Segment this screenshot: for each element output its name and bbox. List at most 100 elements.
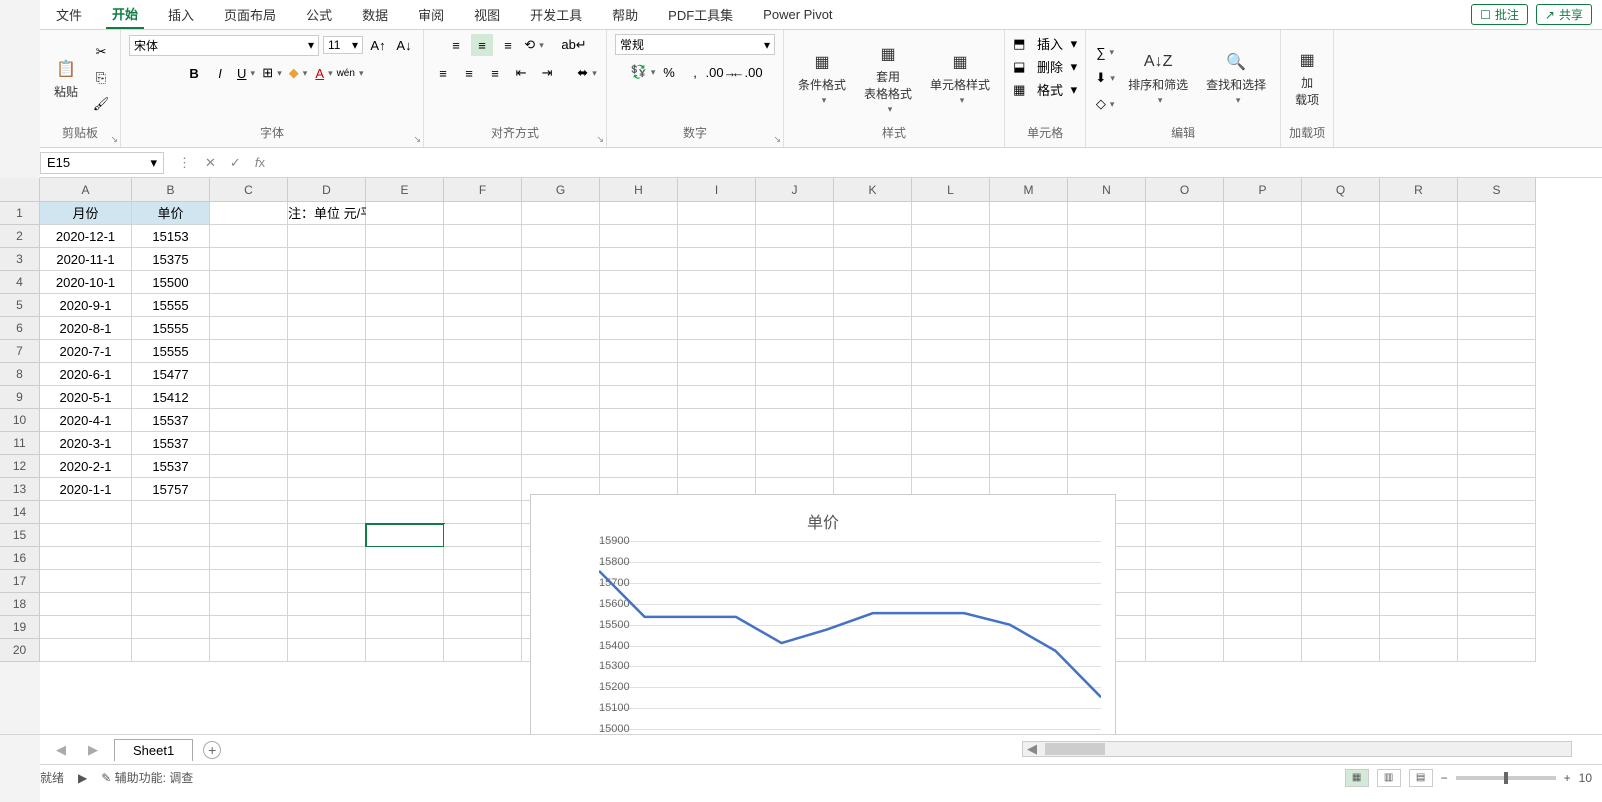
cell-I1[interactable] bbox=[678, 202, 756, 225]
sheet-tab-1[interactable]: Sheet1 bbox=[114, 739, 193, 761]
decrease-indent-button[interactable]: ⇤ bbox=[510, 62, 532, 84]
cell-O10[interactable] bbox=[1146, 409, 1224, 432]
tab-home[interactable]: 开始 bbox=[106, 0, 144, 29]
find-select-button[interactable]: 🔍查找和选择 bbox=[1200, 48, 1272, 108]
cell-O6[interactable] bbox=[1146, 317, 1224, 340]
cell-E6[interactable] bbox=[366, 317, 444, 340]
cell-H7[interactable] bbox=[600, 340, 678, 363]
cell-O9[interactable] bbox=[1146, 386, 1224, 409]
cancel-icon[interactable]: ✕ bbox=[205, 155, 216, 171]
cell-C5[interactable] bbox=[210, 294, 288, 317]
accessibility-status[interactable]: ✎ 辅助功能: 调查 bbox=[101, 769, 193, 786]
cell-H9[interactable] bbox=[600, 386, 678, 409]
percent-button[interactable]: % bbox=[658, 61, 680, 83]
cell-Q11[interactable] bbox=[1302, 432, 1380, 455]
cell-F13[interactable] bbox=[444, 478, 522, 501]
cell-O14[interactable] bbox=[1146, 501, 1224, 524]
cell-A8[interactable]: 2020-6-1 bbox=[40, 363, 132, 386]
cell-F20[interactable] bbox=[444, 639, 522, 662]
column-header-F[interactable]: F bbox=[444, 178, 522, 202]
cell-B9[interactable]: 15412 bbox=[132, 386, 210, 409]
increase-indent-button[interactable]: ⇥ bbox=[536, 62, 558, 84]
cell-P14[interactable] bbox=[1224, 501, 1302, 524]
cell-H2[interactable] bbox=[600, 225, 678, 248]
cell-A20[interactable] bbox=[40, 639, 132, 662]
cell-M11[interactable] bbox=[990, 432, 1068, 455]
cell-O12[interactable] bbox=[1146, 455, 1224, 478]
cell-K2[interactable] bbox=[834, 225, 912, 248]
cell-O1[interactable] bbox=[1146, 202, 1224, 225]
cell-A1[interactable]: 月份 bbox=[40, 202, 132, 225]
cell-K10[interactable] bbox=[834, 409, 912, 432]
comments-button[interactable]: ☐ 批注 bbox=[1471, 4, 1528, 25]
cell-Q5[interactable] bbox=[1302, 294, 1380, 317]
cell-P4[interactable] bbox=[1224, 271, 1302, 294]
cell-L8[interactable] bbox=[912, 363, 990, 386]
cell-Q12[interactable] bbox=[1302, 455, 1380, 478]
cell-Q16[interactable] bbox=[1302, 547, 1380, 570]
cell-I9[interactable] bbox=[678, 386, 756, 409]
copy-button[interactable]: ⎘ bbox=[90, 67, 112, 89]
cell-Q18[interactable] bbox=[1302, 593, 1380, 616]
row-header-8[interactable]: 8 bbox=[0, 363, 40, 386]
cell-D2[interactable] bbox=[288, 225, 366, 248]
cell-C1[interactable] bbox=[210, 202, 288, 225]
cell-M10[interactable] bbox=[990, 409, 1068, 432]
cell-S20[interactable] bbox=[1458, 639, 1536, 662]
decrease-decimal-button[interactable]: ←.00 bbox=[736, 61, 758, 83]
row-header-12[interactable]: 12 bbox=[0, 455, 40, 478]
column-header-H[interactable]: H bbox=[600, 178, 678, 202]
cell-G12[interactable] bbox=[522, 455, 600, 478]
sheet-nav-left[interactable]: ◀ bbox=[50, 742, 72, 758]
cell-J6[interactable] bbox=[756, 317, 834, 340]
cell-F15[interactable] bbox=[444, 524, 522, 547]
cell-D11[interactable] bbox=[288, 432, 366, 455]
cell-B13[interactable]: 15757 bbox=[132, 478, 210, 501]
currency-button[interactable]: 💱 bbox=[632, 61, 654, 83]
cell-O8[interactable] bbox=[1146, 363, 1224, 386]
cell-D16[interactable] bbox=[288, 547, 366, 570]
cell-B18[interactable] bbox=[132, 593, 210, 616]
cell-styles-button[interactable]: ▦单元格样式 bbox=[924, 48, 996, 108]
column-header-Q[interactable]: Q bbox=[1302, 178, 1380, 202]
name-box[interactable]: E15▾ bbox=[40, 152, 164, 174]
cell-J9[interactable] bbox=[756, 386, 834, 409]
cell-K9[interactable] bbox=[834, 386, 912, 409]
tab-developer[interactable]: 开发工具 bbox=[524, 1, 588, 28]
cell-I2[interactable] bbox=[678, 225, 756, 248]
cell-R9[interactable] bbox=[1380, 386, 1458, 409]
cell-S3[interactable] bbox=[1458, 248, 1536, 271]
cell-B2[interactable]: 15153 bbox=[132, 225, 210, 248]
cell-E12[interactable] bbox=[366, 455, 444, 478]
cell-M12[interactable] bbox=[990, 455, 1068, 478]
spreadsheet-grid[interactable]: ABCDEFGHIJKLMNOPQRS 12345678910111213141… bbox=[0, 178, 1602, 734]
tab-review[interactable]: 审阅 bbox=[412, 1, 450, 28]
cell-L1[interactable] bbox=[912, 202, 990, 225]
cell-E3[interactable] bbox=[366, 248, 444, 271]
format-table-button[interactable]: ▦套用 表格格式 bbox=[858, 40, 918, 117]
cell-P2[interactable] bbox=[1224, 225, 1302, 248]
cell-N6[interactable] bbox=[1068, 317, 1146, 340]
cell-C4[interactable] bbox=[210, 271, 288, 294]
cell-B16[interactable] bbox=[132, 547, 210, 570]
cell-S15[interactable] bbox=[1458, 524, 1536, 547]
cell-C8[interactable] bbox=[210, 363, 288, 386]
cell-Q17[interactable] bbox=[1302, 570, 1380, 593]
cell-F12[interactable] bbox=[444, 455, 522, 478]
comma-button[interactable]: , bbox=[684, 61, 706, 83]
row-header-2[interactable]: 2 bbox=[0, 225, 40, 248]
cell-J10[interactable] bbox=[756, 409, 834, 432]
row-header-5[interactable]: 5 bbox=[0, 294, 40, 317]
column-header-S[interactable]: S bbox=[1458, 178, 1536, 202]
cell-N9[interactable] bbox=[1068, 386, 1146, 409]
row-header-6[interactable]: 6 bbox=[0, 317, 40, 340]
cell-D13[interactable] bbox=[288, 478, 366, 501]
cell-S5[interactable] bbox=[1458, 294, 1536, 317]
cell-D14[interactable] bbox=[288, 501, 366, 524]
cell-Q15[interactable] bbox=[1302, 524, 1380, 547]
row-header-14[interactable]: 14 bbox=[0, 501, 40, 524]
cell-S4[interactable] bbox=[1458, 271, 1536, 294]
column-header-G[interactable]: G bbox=[522, 178, 600, 202]
cell-S12[interactable] bbox=[1458, 455, 1536, 478]
cell-Q20[interactable] bbox=[1302, 639, 1380, 662]
